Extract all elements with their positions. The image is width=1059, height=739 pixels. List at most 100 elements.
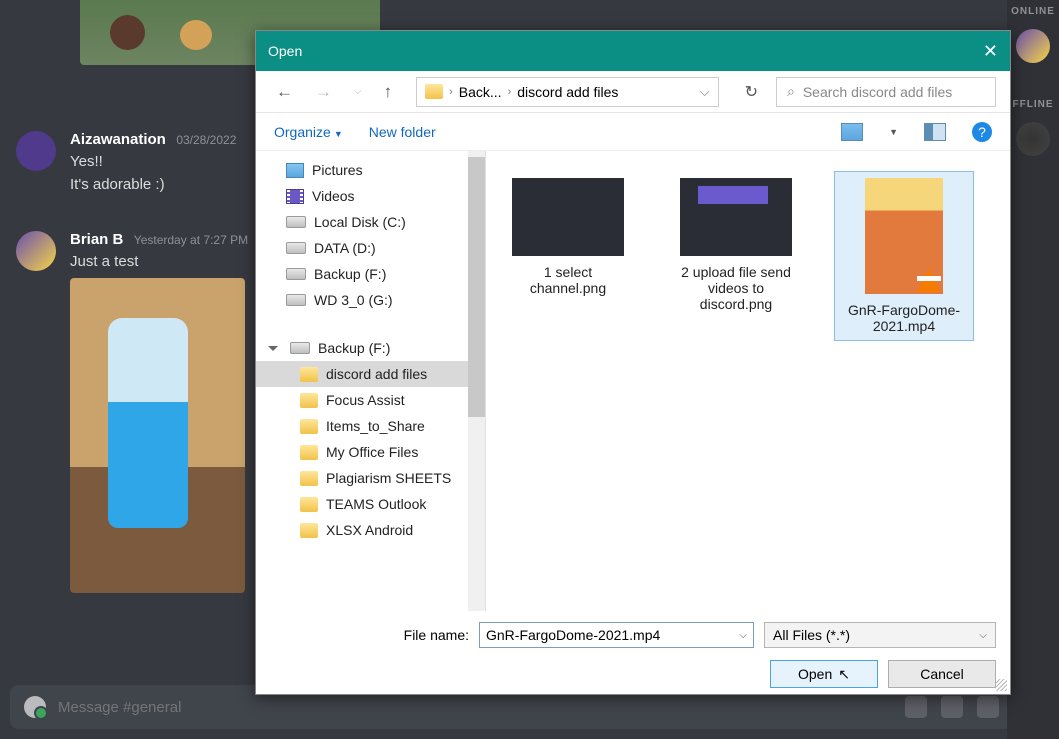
tree-item-label: TEAMS Outlook	[326, 496, 426, 512]
breadcrumb[interactable]: › Back... › discord add files ⌵	[416, 77, 719, 107]
timestamp: Yesterday at 7:27 PM	[134, 233, 248, 247]
drive-icon	[286, 294, 306, 306]
composer-input[interactable]	[58, 699, 893, 716]
tree-item[interactable]: XLSX Android	[256, 517, 485, 543]
nav-forward-icon: →	[309, 78, 338, 106]
resize-grip-icon[interactable]	[995, 679, 1007, 691]
filetype-select[interactable]: All Files (*.*) ⌵	[764, 622, 996, 648]
tree-item[interactable]: Videos	[256, 183, 485, 209]
tree-item-label: Backup (F:)	[318, 340, 390, 356]
file-thumbnail	[512, 178, 624, 256]
search-input[interactable]: ⌕ Search discord add files	[776, 77, 996, 107]
chevron-down-icon[interactable]: ⌵	[700, 84, 710, 100]
tree-item-label: Plagiarism SHEETS	[326, 470, 451, 486]
folder-icon	[300, 471, 318, 486]
dialog-title: Open	[268, 43, 302, 59]
folder-icon	[300, 497, 318, 512]
breadcrumb-segment[interactable]: discord add files	[517, 84, 618, 100]
attach-plus-icon[interactable]	[24, 696, 46, 718]
member-avatar[interactable]	[1016, 29, 1050, 63]
file-name: 1 select channel.png	[505, 264, 631, 296]
tree-item-label: XLSX Android	[326, 522, 413, 538]
new-folder-button[interactable]: New folder	[369, 124, 436, 140]
tree-item[interactable]: discord add files	[256, 361, 485, 387]
filename-value: GnR-FargoDome-2021.mp4	[486, 627, 660, 643]
tree-item[interactable]: Focus Assist	[256, 387, 485, 413]
organize-menu[interactable]: Organize▼	[274, 124, 343, 140]
tree-item-label: DATA (D:)	[314, 240, 376, 256]
drive-icon	[286, 216, 306, 228]
drive-icon	[286, 268, 306, 280]
folder-icon	[425, 84, 443, 99]
file-thumbnail	[680, 178, 792, 256]
nav-up-icon[interactable]: ↑	[378, 78, 399, 106]
file-item[interactable]: 1 select channel.png	[498, 171, 638, 303]
file-list[interactable]: 1 select channel.png 2 upload file send v…	[486, 151, 1010, 611]
preview-pane-icon[interactable]	[924, 123, 946, 141]
folder-icon	[300, 445, 318, 460]
breadcrumb-segment[interactable]: Back...	[459, 84, 502, 100]
file-name: GnR-FargoDome-2021.mp4	[841, 302, 967, 334]
folder-icon	[300, 523, 318, 538]
file-item[interactable]: GnR-FargoDome-2021.mp4	[834, 171, 974, 341]
tree-item-label: Items_to_Share	[326, 418, 425, 434]
search-placeholder: Search discord add files	[803, 84, 952, 100]
vlc-cone-icon	[917, 268, 941, 292]
file-thumbnail	[865, 178, 943, 294]
avatar[interactable]	[16, 131, 56, 171]
nav-back-icon[interactable]: ←	[270, 78, 299, 106]
close-icon[interactable]: ✕	[983, 41, 998, 62]
member-avatar[interactable]	[1016, 122, 1050, 156]
gift-icon[interactable]	[905, 696, 927, 718]
file-name: 2 upload file send videos to discord.png	[673, 264, 799, 312]
cursor-icon: ↖	[838, 666, 850, 683]
tree-item[interactable]: WD 3_0 (G:)	[256, 287, 485, 313]
chevron-down-icon[interactable]: ⌵	[739, 630, 747, 641]
tree-item[interactable]: DATA (D:)	[256, 235, 485, 261]
filetype-value: All Files (*.*)	[773, 627, 850, 643]
tree-item[interactable]: Local Disk (C:)	[256, 209, 485, 235]
members-offline-label: FFLINE	[1007, 93, 1059, 116]
folder-tree[interactable]: PicturesVideos Local Disk (C:) DATA (D:) Ba…	[256, 151, 486, 611]
tree-item-label: My Office Files	[326, 444, 418, 460]
cancel-button[interactable]: Cancel	[888, 660, 996, 688]
username[interactable]: Aizawanation	[70, 131, 166, 148]
tree-item-label: discord add files	[326, 366, 427, 382]
filename-input[interactable]: GnR-FargoDome-2021.mp4 ⌵	[479, 622, 754, 648]
refresh-icon[interactable]: ↻	[737, 78, 766, 106]
dialog-titlebar[interactable]: Open ✕	[256, 31, 1010, 71]
attachment-image-bottle[interactable]	[70, 278, 245, 593]
chevron-down-icon[interactable]: ⌵	[979, 630, 987, 641]
gif-icon[interactable]	[941, 696, 963, 718]
chevron-down-icon[interactable]: ▼	[889, 127, 898, 137]
tree-item-label: Focus Assist	[326, 392, 405, 408]
avatar[interactable]	[16, 231, 56, 271]
file-open-dialog: Open ✕ ← → ⌵ ↑ › Back... › discord add f…	[255, 30, 1011, 695]
sticker-icon[interactable]	[977, 696, 999, 718]
members-online-label: ONLINE	[1007, 0, 1059, 23]
tree-item[interactable]: Backup (F:)	[256, 335, 485, 361]
scrollbar-thumb[interactable]	[468, 157, 485, 417]
folder-icon	[300, 419, 318, 434]
chevron-right-icon: ›	[449, 86, 453, 98]
tree-item-label: Backup (F:)	[314, 266, 386, 282]
help-icon[interactable]: ?	[972, 122, 992, 142]
tree-item[interactable]: TEAMS Outlook	[256, 491, 485, 517]
tree-item-label: Local Disk (C:)	[314, 214, 406, 230]
tree-item[interactable]: Pictures	[256, 157, 485, 183]
tree-item[interactable]: Items_to_Share	[256, 413, 485, 439]
tree-item[interactable]: My Office Files	[256, 439, 485, 465]
username[interactable]: Brian B	[70, 231, 123, 248]
search-icon: ⌕	[787, 83, 795, 100]
view-mode-icon[interactable]	[841, 123, 863, 141]
open-button[interactable]: Open ↖	[770, 660, 878, 688]
timestamp: 03/28/2022	[176, 133, 236, 147]
pictures-icon	[286, 163, 304, 178]
file-item[interactable]: 2 upload file send videos to discord.png	[666, 171, 806, 319]
filename-label: File name:	[404, 627, 469, 643]
videos-icon	[286, 189, 304, 204]
drive-icon	[290, 342, 310, 354]
tree-item[interactable]: Backup (F:)	[256, 261, 485, 287]
tree-item[interactable]: Plagiarism SHEETS	[256, 465, 485, 491]
nav-recent-dropdown-icon[interactable]: ⌵	[348, 82, 368, 101]
